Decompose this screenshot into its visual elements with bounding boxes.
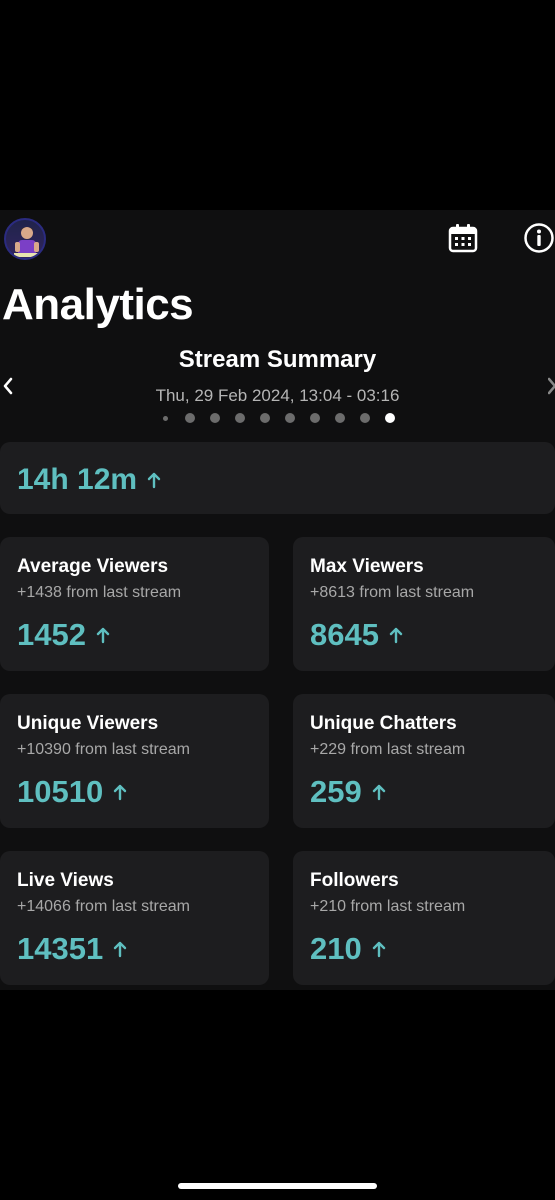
page-title: Analytics [2,280,194,329]
stat-card[interactable]: Unique Chatters +229 from last stream 259 [293,694,555,828]
stat-value: 259 [310,774,386,810]
arrow-up-icon [114,941,127,958]
stat-value-text: 1452 [17,617,86,652]
stat-card[interactable]: Live Views +14066 from last stream 14351 [0,851,269,985]
arrow-up-icon [114,784,127,801]
summary-title: Stream Summary [178,346,377,373]
stat-label: Followers [310,870,399,891]
stat-change: +8613 from last stream [310,584,475,601]
stat-value-text: 210 [310,931,362,966]
avatar[interactable] [4,218,46,260]
stat-label: Unique Viewers [17,713,159,734]
stat-change: +10390 from last stream [17,741,190,758]
stat-change: +14066 from last stream [17,898,190,915]
stat-value: 14351 [17,931,127,967]
stat-change: +1438 from last stream [17,584,182,601]
duration-text: 14h 12m [17,463,138,496]
stat-value: 8645 [310,617,403,653]
page-dot[interactable] [310,413,320,423]
analytics-screen: Analytics Stream Summary Thu, 29 Feb 202… [0,210,555,990]
summary-date: Thu, 29 Feb 2024, 13:04 - 03:16 [155,386,400,405]
page-dot[interactable] [162,415,168,421]
stat-card[interactable]: Average Viewers +1438 from last stream 145… [0,537,269,671]
page-dot-active[interactable] [385,413,395,423]
avatar-image [14,227,40,257]
page-dot[interactable] [260,413,270,423]
arrow-up-icon [389,627,403,644]
page-dot[interactable] [360,413,370,423]
arrow-up-icon [147,472,161,489]
stat-label: Live Views [17,870,114,891]
page-dot[interactable] [235,413,245,423]
arrow-up-icon [372,784,385,801]
stat-label: Unique Chatters [310,713,457,734]
arrow-up-icon [96,627,110,644]
home-indicator[interactable] [178,1183,377,1189]
stat-change: +210 from last stream [310,898,466,915]
stat-card[interactable]: Unique Viewers +10390 from last stream 105… [0,694,269,828]
stat-change: +229 from last stream [310,741,466,758]
stat-value: 10510 [17,774,127,810]
stat-value-text: 8645 [310,617,379,652]
duration-value: 14h 12m [17,463,161,497]
stat-label: Max Viewers [310,556,424,577]
arrow-up-icon [372,941,385,958]
info-icon[interactable] [523,222,555,259]
stat-value: 1452 [17,617,110,653]
stat-value-text: 259 [310,774,362,809]
stat-value-text: 14351 [17,931,104,966]
stat-value: 210 [310,931,386,967]
page-dot[interactable] [210,413,220,423]
stat-value-text: 10510 [17,774,104,809]
calendar-icon[interactable] [447,222,479,259]
stat-card[interactable]: Followers +210 from last stream 210 [293,851,555,985]
page-dot[interactable] [185,413,195,423]
page-dot[interactable] [285,413,295,423]
stat-card[interactable]: Max Viewers +8613 from last stream 8645 [293,537,555,671]
stat-label: Average Viewers [17,556,169,577]
page-dot[interactable] [335,413,345,423]
